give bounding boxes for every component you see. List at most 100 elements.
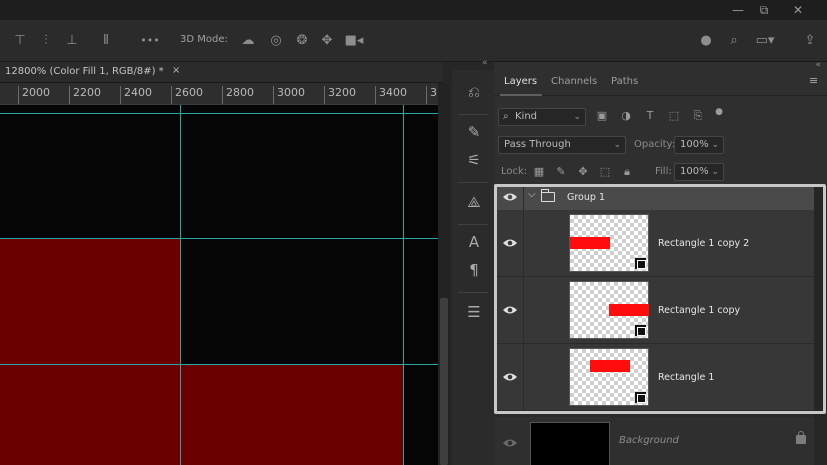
collapse-panel-button[interactable]: « bbox=[815, 60, 821, 70]
layers-scrollbar[interactable] bbox=[814, 184, 827, 465]
minimize-button[interactable]: — bbox=[728, 2, 748, 18]
horizontal-ruler[interactable]: 2000 2200 2400 2600 2800 3000 3200 3400 … bbox=[0, 83, 438, 105]
guide-line-vertical[interactable] bbox=[180, 105, 181, 465]
red-rectangle-preview bbox=[609, 304, 649, 316]
filter-kind-value: Kind bbox=[515, 111, 538, 122]
ruler-tick: 2200 bbox=[69, 86, 101, 104]
restore-button[interactable]: ⧉ bbox=[754, 2, 774, 18]
red-pixel-block bbox=[180, 364, 403, 465]
adjust-sliders-icon[interactable]: ⚟ bbox=[464, 150, 484, 170]
layer-thumbnail[interactable] bbox=[530, 422, 610, 465]
3d-mode-label: 3D Mode: bbox=[180, 34, 228, 45]
layer-name[interactable]: Rectangle 1 copy bbox=[658, 305, 740, 316]
eye-icon[interactable] bbox=[502, 371, 518, 383]
red-rectangle-preview bbox=[590, 360, 630, 372]
chevron-down-icon: ⌄ bbox=[711, 167, 719, 177]
ruler-tick: 3400 bbox=[375, 86, 407, 104]
panel-menu-icon[interactable]: ≡ bbox=[809, 75, 821, 86]
red-rectangle-preview bbox=[570, 237, 610, 249]
align-top-icon[interactable]: ⊤ bbox=[12, 33, 28, 49]
align-vcenter-icon[interactable]: ⫶ bbox=[38, 33, 54, 49]
layer-name[interactable]: Group 1 bbox=[567, 192, 605, 203]
distribute-icon[interactable]: ⫴ bbox=[98, 33, 114, 49]
vector-shape-icon bbox=[634, 257, 647, 270]
guide-line-horizontal[interactable] bbox=[0, 364, 438, 365]
lock-transparent-icon[interactable]: ▦ bbox=[532, 165, 546, 179]
eye-icon[interactable] bbox=[502, 437, 518, 449]
shapes-icon[interactable]: ⟁ bbox=[464, 192, 484, 212]
filter-smart-object-icon[interactable]: ⎘ bbox=[691, 109, 705, 123]
visibility-column bbox=[494, 417, 524, 465]
filter-kind-select[interactable]: ⌕ Kind ⌄ bbox=[498, 108, 586, 126]
tab-paths[interactable]: Paths bbox=[611, 76, 638, 87]
layer-row[interactable]: Rectangle 1 bbox=[494, 344, 814, 411]
chevron-down-icon[interactable]: ⌵ bbox=[528, 189, 536, 200]
document-tab[interactable]: 12800% (Color Fill 1, RGB/8#) * × bbox=[0, 62, 442, 83]
character-icon[interactable]: A bbox=[464, 232, 484, 252]
fill-value: 100% bbox=[680, 166, 709, 177]
layer-name[interactable]: Rectangle 1 bbox=[658, 372, 714, 383]
opacity-value: 100% bbox=[680, 139, 709, 150]
account-icon[interactable]: ● bbox=[698, 33, 714, 49]
lock-artboard-icon[interactable]: ⬚ bbox=[598, 165, 612, 179]
share-icon[interactable]: ⇪ bbox=[802, 33, 818, 49]
lock-all-icon[interactable]: 🔒︎ bbox=[620, 165, 634, 179]
orbit-3d-icon[interactable]: ☁ bbox=[240, 33, 256, 49]
canvas-vertical-scrollbar[interactable] bbox=[438, 83, 450, 465]
layer-name[interactable]: Rectangle 1 copy 2 bbox=[658, 238, 749, 249]
layer-row-background[interactable]: Background bbox=[494, 417, 814, 465]
brush-settings-icon[interactable]: ✎ bbox=[464, 122, 484, 142]
close-document-button[interactable]: × bbox=[172, 65, 180, 76]
tab-layers[interactable]: Layers bbox=[504, 76, 537, 87]
search-icon[interactable]: ⌕ bbox=[726, 33, 742, 49]
properties-icon[interactable]: ☰ bbox=[464, 302, 484, 322]
fill-label: Fill: bbox=[655, 166, 672, 177]
lock-image-icon[interactable]: ✎ bbox=[554, 165, 568, 179]
roll-3d-icon[interactable]: ◎ bbox=[268, 33, 284, 49]
visibility-column bbox=[494, 277, 524, 343]
visibility-column bbox=[494, 184, 524, 210]
history-icon[interactable]: ⎌ bbox=[464, 82, 484, 102]
guide-line-horizontal[interactable] bbox=[0, 113, 438, 114]
filter-pixel-icon[interactable]: ▣ bbox=[595, 109, 609, 123]
visibility-column bbox=[494, 210, 524, 276]
layer-row[interactable]: Rectangle 1 copy 2 bbox=[494, 210, 814, 277]
fill-field[interactable]: 100% ⌄ bbox=[674, 163, 724, 181]
document-tab-title: 12800% (Color Fill 1, RGB/8#) * bbox=[5, 66, 164, 77]
collapse-strip-button[interactable]: « bbox=[482, 58, 488, 68]
layer-thumbnail[interactable] bbox=[569, 214, 649, 272]
workspace-icon[interactable]: ▭▾ bbox=[754, 33, 776, 49]
blend-mode-select[interactable]: Pass Through ⌄ bbox=[498, 136, 626, 154]
layer-name[interactable]: Background bbox=[619, 435, 679, 446]
filter-type-icon[interactable]: T bbox=[643, 109, 657, 123]
opacity-field[interactable]: 100% ⌄ bbox=[674, 136, 724, 154]
filter-shape-icon[interactable]: ⬚ bbox=[667, 109, 681, 123]
eye-icon[interactable] bbox=[502, 191, 518, 203]
eye-icon[interactable] bbox=[502, 304, 518, 316]
guide-line-horizontal[interactable] bbox=[0, 238, 438, 239]
ruler-tick: 3200 bbox=[324, 86, 356, 104]
active-tab-indicator bbox=[500, 94, 542, 96]
layer-thumbnail[interactable] bbox=[569, 281, 649, 339]
more-options-button[interactable]: ••• bbox=[140, 33, 160, 49]
drag-3d-icon[interactable]: ❂ bbox=[294, 33, 310, 49]
layer-row-group[interactable]: ⌵ Group 1 bbox=[494, 184, 814, 210]
lock-label: Lock: bbox=[501, 166, 528, 177]
layer-thumbnail[interactable] bbox=[569, 348, 649, 406]
lock-position-icon[interactable]: ✥ bbox=[576, 165, 590, 179]
scrollbar-thumb[interactable] bbox=[440, 298, 448, 465]
layer-row[interactable]: Rectangle 1 copy bbox=[494, 277, 814, 344]
align-bottom-icon[interactable]: ⊥ bbox=[64, 33, 80, 49]
ruler-tick: 2400 bbox=[120, 86, 152, 104]
paragraph-icon[interactable]: ¶ bbox=[464, 260, 484, 280]
close-window-button[interactable]: ✕ bbox=[788, 2, 808, 18]
filter-toggle-icon[interactable]: ● bbox=[712, 105, 726, 119]
document-canvas[interactable] bbox=[0, 105, 438, 465]
eye-icon[interactable] bbox=[502, 237, 518, 249]
layers-list: ⌵ Group 1 Rectangle 1 copy 2 Rectangle 1… bbox=[494, 184, 827, 465]
slide-3d-icon[interactable]: ✥ bbox=[319, 33, 335, 49]
filter-adjustment-icon[interactable]: ◑ bbox=[619, 109, 633, 123]
camera-3d-icon[interactable]: ■◂ bbox=[344, 33, 364, 49]
tab-channels[interactable]: Channels bbox=[551, 76, 597, 87]
guide-line-vertical[interactable] bbox=[403, 105, 404, 465]
